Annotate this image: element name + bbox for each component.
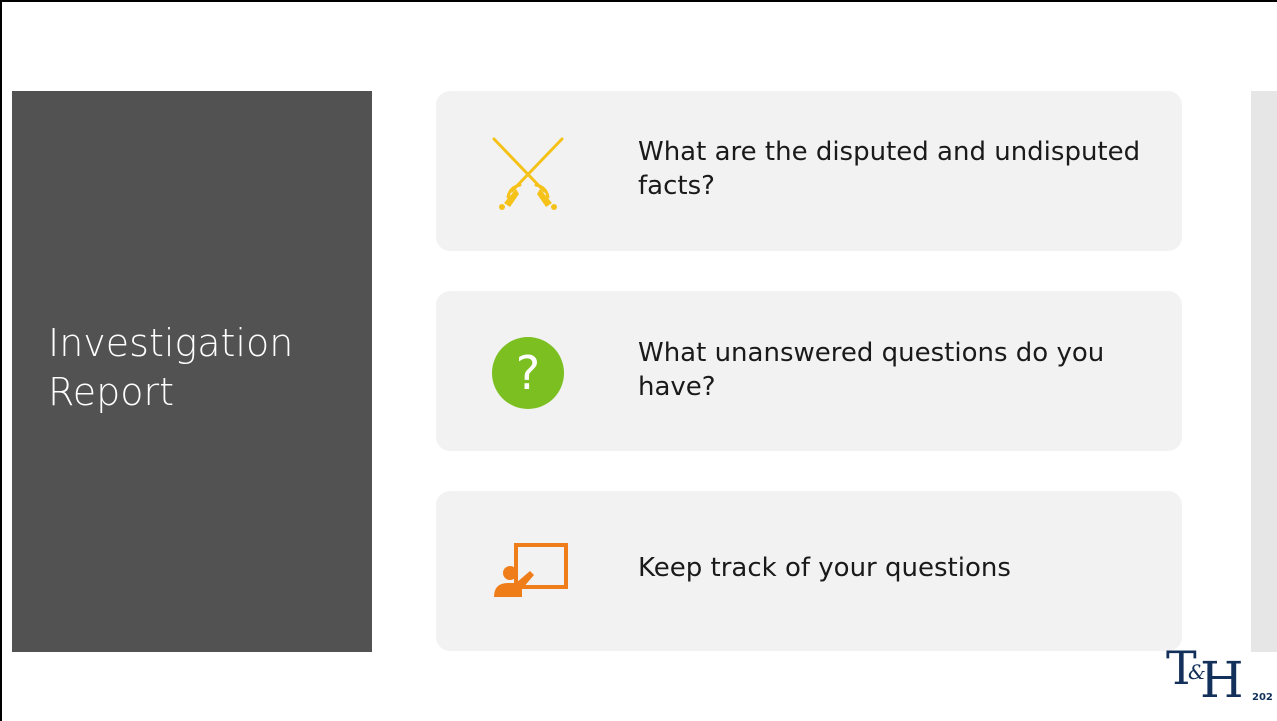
question-mark-icon: ? xyxy=(488,333,568,413)
content-card-track-questions: Keep track of your questions xyxy=(436,491,1182,651)
right-decorative-strip xyxy=(1251,91,1277,652)
card-text-unanswered-questions: What unanswered questions do you have? xyxy=(638,338,1105,402)
presenter-board-icon xyxy=(488,533,568,613)
crossed-swords-icon xyxy=(488,133,568,213)
slide-title: Investigation Report xyxy=(48,321,294,414)
page-number: 202 xyxy=(1252,692,1273,703)
card-text-track-questions: Keep track of your questions xyxy=(638,553,1011,583)
svg-text:?: ? xyxy=(516,346,540,400)
content-card-disputed-facts: What are the disputed and undisputed fac… xyxy=(436,91,1182,251)
content-card-unanswered-questions: ? What unanswered questions do you have? xyxy=(436,291,1182,451)
t-and-h-logo: T & H xyxy=(1166,641,1244,709)
card-text-disputed-facts: What are the disputed and undisputed fac… xyxy=(638,137,1141,201)
slide: Investigation Report What are the disput… xyxy=(0,0,1277,721)
title-panel: Investigation Report xyxy=(12,91,372,652)
